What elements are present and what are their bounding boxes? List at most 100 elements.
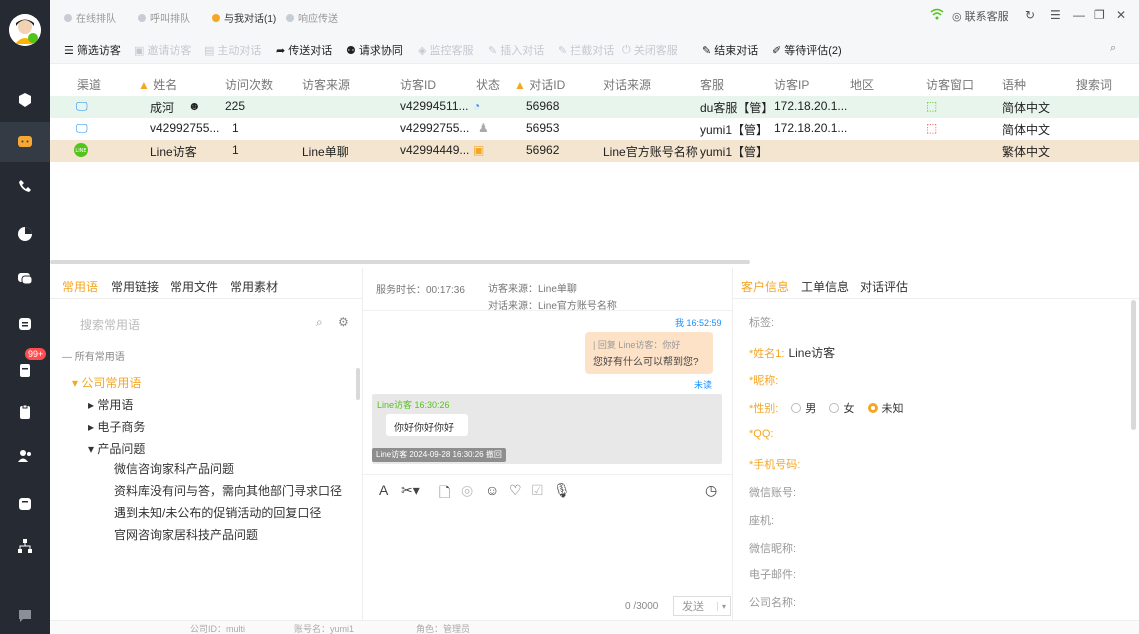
tab-dialog-evaluation[interactable]: 对话评估: [860, 278, 908, 295]
clipboard-nav-icon[interactable]: [0, 392, 50, 432]
refresh-icon[interactable]: ↻: [1025, 8, 1035, 22]
company-field[interactable]: 公司名称:: [749, 594, 796, 610]
menu-icon[interactable]: ☰: [1050, 8, 1061, 22]
tab-common-files[interactable]: 常用文件: [170, 278, 218, 295]
restore-icon[interactable]: ❐: [1094, 8, 1105, 22]
tab-ticket-info[interactable]: 工单信息: [801, 278, 849, 295]
contacts-nav-icon[interactable]: [0, 436, 50, 476]
tab-common-materials[interactable]: 常用素材: [230, 278, 278, 295]
active-dialog-button[interactable]: ▤ 主动对话: [204, 42, 261, 58]
await-evaluation-button[interactable]: ✐ 等待评估(2): [772, 42, 842, 58]
tab-common-phrases[interactable]: 常用语: [62, 278, 98, 295]
insert-dialog-button[interactable]: ✎ 插入对话: [488, 42, 544, 58]
visitor-nav-icon[interactable]: [0, 80, 50, 120]
request-collab-button[interactable]: ⚉ 请求协同: [346, 42, 403, 58]
tag-field[interactable]: 标签:: [749, 314, 774, 330]
column-header[interactable]: 访问次数: [225, 76, 273, 93]
radio-male[interactable]: [791, 403, 802, 413]
phrase-search-input[interactable]: 搜索常用语 ⌕ ⚙: [68, 312, 349, 336]
column-header[interactable]: 语种: [1002, 76, 1026, 93]
tree-all-phrases[interactable]: — 所有常用语: [62, 348, 125, 363]
table-row[interactable]: 🖵 成河 ☻ 225 v42994511... ◔ 56968 du客服【管】 …: [50, 96, 1139, 118]
tab-customer-info[interactable]: 客户信息: [741, 278, 789, 295]
minimize-icon[interactable]: —: [1073, 8, 1085, 22]
checkbox-icon[interactable]: ☑: [531, 482, 544, 499]
column-header[interactable]: 地区: [850, 76, 874, 93]
column-header[interactable]: 对话来源: [603, 76, 651, 93]
ticket-nav-icon[interactable]: [0, 304, 50, 344]
column-header[interactable]: 访客窗口: [926, 76, 974, 93]
column-header[interactable]: 访客IP: [774, 76, 809, 93]
monitor-agent-button[interactable]: ◈ 监控客服: [418, 42, 473, 58]
column-header-name[interactable]: ▲ 姓名: [138, 76, 177, 93]
chevron-down-icon[interactable]: ▾: [716, 601, 730, 611]
end-dialog-button[interactable]: ✎ 结束对话: [702, 42, 758, 58]
table-row[interactable]: 🖵 v42992755... 1 v42992755... ♟ 56953 yu…: [50, 118, 1139, 140]
nickname-field[interactable]: *昵称:: [749, 372, 778, 388]
dialog-nav-icon[interactable]: [0, 122, 50, 162]
heart-icon[interactable]: ♡: [509, 482, 522, 499]
landline-field[interactable]: 座机:: [749, 512, 774, 528]
tab-call-queue[interactable]: 呼叫排队: [138, 10, 190, 25]
column-header[interactable]: 状态: [476, 76, 500, 93]
phrase-item[interactable]: 资料库没有问与答，需向其他部门寻求口径: [114, 482, 342, 499]
send-button[interactable]: 发送 ▾: [673, 596, 731, 616]
filter-visitors-button[interactable]: ☰ 筛选访客: [64, 42, 121, 58]
column-header[interactable]: 搜索词: [1076, 76, 1112, 93]
tab-online-queue[interactable]: 在线排队: [64, 10, 116, 25]
table-row[interactable]: LINE Line访客 1 Line单聊 v42994449... ▣ 5696…: [50, 140, 1139, 162]
tab-common-links[interactable]: 常用链接: [111, 278, 159, 295]
microphone-icon[interactable]: 🎙: [553, 482, 571, 499]
phrase-item[interactable]: 官网咨询家居科技产品问题: [114, 526, 258, 543]
scissors-icon[interactable]: ✂▾: [401, 482, 420, 499]
file-icon[interactable]: 🗋: [439, 482, 450, 506]
search-icon[interactable]: ⌕: [316, 315, 323, 330]
close-icon[interactable]: ✕: [1116, 8, 1126, 22]
name-field[interactable]: *姓名1: Line访客: [749, 344, 835, 361]
intercept-dialog-button[interactable]: ✎ 拦截对话: [558, 42, 614, 58]
radio-unknown[interactable]: [867, 403, 878, 413]
message-nav-icon[interactable]: [0, 258, 50, 298]
tab-my-dialogs[interactable]: 与我对话(1): [212, 10, 276, 25]
column-header[interactable]: 访客ID: [400, 76, 436, 93]
wechat-nickname-field[interactable]: 微信昵称:: [749, 540, 796, 556]
close-agent-button[interactable]: ⏻ 关闭客服: [622, 42, 678, 58]
history-nav-icon[interactable]: [0, 214, 50, 254]
phrase-item[interactable]: 遇到未知/未公布的促销活动的回复口径: [114, 504, 321, 521]
phone-field[interactable]: *手机号码:: [749, 456, 800, 472]
wechat-field[interactable]: 微信账号:: [749, 484, 796, 500]
phrase-item[interactable]: 微信咨询家科产品问题: [114, 460, 234, 477]
visitor-message-bubble[interactable]: 你好你好你好: [386, 414, 468, 436]
invite-visitor-button[interactable]: ▣ 邀请访客: [134, 42, 191, 58]
column-header[interactable]: 客服: [700, 76, 724, 93]
qq-field[interactable]: *QQ:: [749, 428, 773, 440]
radio-female[interactable]: [829, 403, 840, 413]
tree-group[interactable]: ▾ 公司常用语: [72, 374, 141, 391]
history-icon[interactable]: ◷: [705, 482, 717, 499]
column-header-dialog-id[interactable]: ▲ 对话ID: [514, 76, 565, 93]
contact-support-button[interactable]: ◎ 联系客服: [952, 8, 1009, 24]
eye-icon[interactable]: ◎: [461, 482, 473, 499]
report-nav-icon[interactable]: [0, 484, 50, 524]
transfer-dialog-button[interactable]: ➦ 传送对话: [276, 42, 332, 58]
vertical-scrollbar[interactable]: [356, 368, 360, 400]
emoji-icon[interactable]: ☺: [485, 482, 499, 498]
email-field[interactable]: 电子邮件:: [749, 566, 796, 582]
tree-item[interactable]: ▾ 产品问题: [88, 440, 145, 457]
feedback-nav-icon[interactable]: [0, 596, 50, 634]
column-header[interactable]: 访客来源: [302, 76, 350, 93]
phone-nav-icon[interactable]: [0, 166, 50, 206]
org-nav-icon[interactable]: [0, 526, 50, 566]
tab-response-transfer[interactable]: 响应传送: [286, 10, 338, 25]
font-icon[interactable]: A: [379, 482, 388, 498]
window-open-icon[interactable]: ⬚: [926, 99, 937, 113]
tree-item[interactable]: ▸ 常用语: [88, 396, 133, 413]
tree-item[interactable]: ▸ 电子商务: [88, 418, 145, 435]
avatar[interactable]: [9, 14, 41, 46]
horizontal-scrollbar[interactable]: [50, 260, 750, 264]
window-closed-icon[interactable]: ⬚: [926, 121, 937, 135]
column-header[interactable]: 渠道: [77, 76, 101, 93]
vertical-scrollbar[interactable]: [1131, 300, 1136, 430]
settings-icon[interactable]: ⚙: [338, 315, 349, 329]
notice-nav-icon[interactable]: 99+: [0, 348, 50, 390]
